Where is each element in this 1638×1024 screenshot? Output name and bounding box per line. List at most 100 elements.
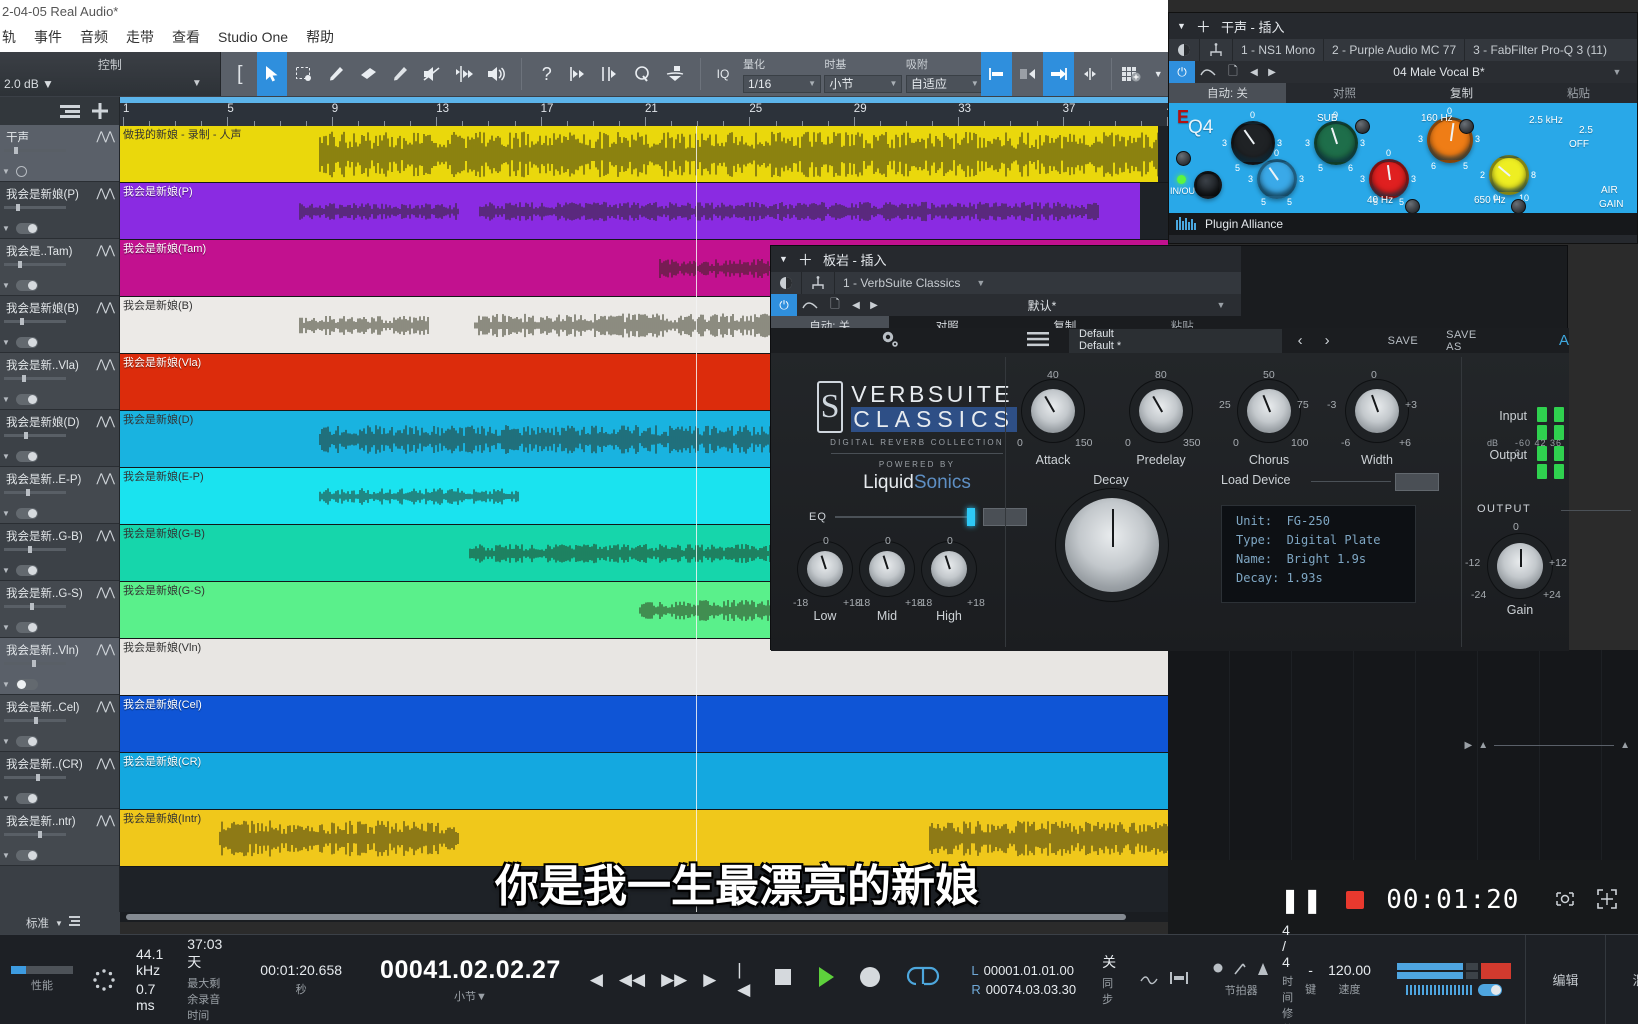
vs-preset-dropdown-icon[interactable]: ▼: [1201, 300, 1241, 310]
quantize-select[interactable]: 1/16 ▼: [743, 74, 821, 93]
track-record-button[interactable]: [15, 166, 27, 177]
click-dot-icon[interactable]: [1212, 962, 1224, 979]
tempo-track-icon[interactable]: [1170, 971, 1189, 988]
layers-icon[interactable]: [68, 916, 80, 930]
track-monitor-toggle[interactable]: [15, 337, 38, 348]
eq-freq-switch-1[interactable]: [1405, 199, 1420, 213]
track-lane[interactable]: 我会是新娘(Cel): [120, 696, 1168, 753]
ab-compare-button[interactable]: A: [1559, 332, 1569, 349]
vs-add-icon[interactable]: ＋: [798, 249, 813, 270]
loop-range-strip[interactable]: [120, 97, 1168, 103]
track-lane[interactable]: 我会是新娘(P): [120, 183, 1168, 240]
track-monitor-toggle[interactable]: [15, 679, 38, 690]
track-monitor-toggle[interactable]: [15, 736, 38, 747]
track-volume-fader[interactable]: [4, 147, 66, 154]
eq-plugin-window[interactable]: ▼ ＋ 干声 - 插入 1 - NS1 Mono 2 - Purple Audi…: [1168, 12, 1638, 244]
track-volume-fader[interactable]: [4, 489, 66, 496]
audio-clip[interactable]: 我会是新娘(P): [120, 183, 1140, 240]
menu-hamburger-icon[interactable]: [1027, 331, 1049, 350]
track-header[interactable]: 我会是新娘(P) ⋀⋀ ▼: [0, 182, 119, 239]
settings-gear-icon[interactable]: [879, 328, 901, 353]
eq-band-knob-2[interactable]: [1314, 121, 1358, 165]
record-button[interactable]: [845, 966, 888, 993]
track-monitor-toggle[interactable]: [15, 223, 38, 234]
verbsuite-plugin-window[interactable]: ▼ ＋ 板岩 - 插入 1 - VerbSuite Classics ▼ ⏻ 🗋…: [770, 245, 1631, 651]
track-monitor-toggle[interactable]: [15, 451, 38, 462]
track-expand-icon[interactable]: ▼: [2, 623, 10, 632]
track-monitor-toggle[interactable]: [15, 565, 38, 576]
track-header[interactable]: 我会是..Tam) ⋀⋀ ▼: [0, 239, 119, 296]
eq-inout-knob[interactable]: [1194, 171, 1222, 199]
track-monitor-toggle[interactable]: [15, 394, 38, 405]
master-meter[interactable]: [1383, 935, 1525, 1024]
track-volume-fader[interactable]: [4, 603, 66, 610]
main-knob-predelay[interactable]: [1139, 389, 1183, 433]
eraser-tool[interactable]: [353, 52, 383, 96]
zoom-button[interactable]: [628, 52, 658, 96]
tone-knob-high[interactable]: [931, 551, 967, 587]
track-expand-icon[interactable]: ▼: [2, 395, 10, 404]
eq-slider-track[interactable]: [834, 508, 975, 526]
snapshot-icon[interactable]: [1555, 889, 1575, 912]
eq-prev-preset-icon[interactable]: ◀: [1245, 67, 1263, 78]
track-header[interactable]: 我会是新..E-P) ⋀⋀ ▼: [0, 467, 119, 524]
eq-add-icon[interactable]: ＋: [1196, 16, 1211, 37]
paint-pencil-tool[interactable]: [385, 52, 415, 96]
menu-item-4[interactable]: 查看: [172, 27, 200, 47]
track-header[interactable]: 我会是新..Vla) ⋀⋀ ▼: [0, 353, 119, 410]
snap-grid-button[interactable]: [1012, 52, 1043, 96]
eq-freq-switch-2[interactable]: [1459, 119, 1474, 134]
snap-select[interactable]: 自适应 ▼: [905, 74, 984, 93]
track-volume-fader[interactable]: [4, 375, 66, 382]
sync-display[interactable]: 关 同步: [1090, 935, 1128, 1024]
vs-preset-name[interactable]: 默认*: [883, 297, 1201, 314]
fast-forward-button[interactable]: ▶▶: [654, 970, 694, 990]
loop-button[interactable]: [890, 965, 947, 994]
video-play-small-icon[interactable]: ▶: [1464, 740, 1472, 751]
track-monitor-toggle[interactable]: [15, 622, 38, 633]
range-bracket-tool[interactable]: [: [225, 52, 255, 96]
pause-icon[interactable]: ❚❚: [1280, 886, 1324, 915]
video-more-icon[interactable]: ▲: [1620, 740, 1630, 751]
track-header[interactable]: 干声 ⋀⋀ ▼: [0, 125, 119, 182]
eq-compare-button[interactable]: 对照: [1286, 83, 1403, 103]
precount-icon[interactable]: [1233, 962, 1247, 979]
snap-center-button[interactable]: [596, 52, 626, 96]
mute-tool[interactable]: [417, 52, 447, 96]
track-volume-fader[interactable]: [4, 432, 66, 439]
eq-slider-thumb[interactable]: [966, 508, 975, 526]
playhead-cursor[interactable]: [696, 126, 697, 912]
track-expand-icon[interactable]: ▼: [2, 851, 10, 860]
grid-add-button[interactable]: [1118, 52, 1148, 96]
snap-to-end-button[interactable]: [1043, 52, 1075, 96]
control-panel-header[interactable]: 控制 2.0 dB ▼ ▼: [0, 52, 221, 96]
track-header[interactable]: 我会是新娘(B) ⋀⋀ ▼: [0, 296, 119, 353]
loop-range-display[interactable]: L 00001.01.01.00 R 00074.03.03.30: [957, 935, 1090, 1024]
toolbar-overflow-icon[interactable]: ▼: [1148, 52, 1168, 96]
eq-preset-name[interactable]: 04 Male Vocal B*: [1281, 65, 1597, 79]
vs-preset-list-icon[interactable]: 🗋: [823, 295, 847, 316]
audio-clip[interactable]: 我会是新娘(CR): [120, 753, 1168, 810]
track-expand-icon[interactable]: ▼: [2, 338, 10, 347]
eq-automation-icon[interactable]: [1195, 65, 1221, 79]
control-dropdown-icon[interactable]: ▼: [192, 78, 202, 89]
track-expand-icon[interactable]: ▼: [2, 452, 10, 461]
track-expand-icon[interactable]: ▼: [2, 509, 10, 518]
main-knob-chorus[interactable]: [1247, 389, 1291, 433]
bars-display[interactable]: 00041.02.02.27 小节▼: [368, 935, 573, 1024]
snap-to-start-button[interactable]: [981, 52, 1013, 96]
track-volume-fader[interactable]: [4, 318, 66, 325]
track-header[interactable]: 我会是新..G-B) ⋀⋀ ▼: [0, 524, 119, 581]
track-monitor-toggle[interactable]: [15, 850, 38, 861]
track-expand-icon[interactable]: ▼: [2, 737, 10, 746]
preset-next-icon[interactable]: ›: [1325, 332, 1330, 349]
track-list-icon[interactable]: [59, 104, 81, 118]
track-expand-icon[interactable]: ▼: [2, 566, 10, 575]
menu-item-2[interactable]: 音频: [80, 27, 108, 47]
menu-item-1[interactable]: 事件: [34, 27, 62, 47]
bars-label[interactable]: 小节▼: [454, 988, 487, 1004]
arrow-tool[interactable]: [256, 52, 287, 96]
track-expand-icon[interactable]: ▼: [2, 167, 10, 176]
vs-collapse-icon[interactable]: ▼: [779, 254, 788, 264]
menu-bar[interactable]: 轨事件 音频 走带 查看 Studio One 帮助: [0, 22, 1168, 52]
